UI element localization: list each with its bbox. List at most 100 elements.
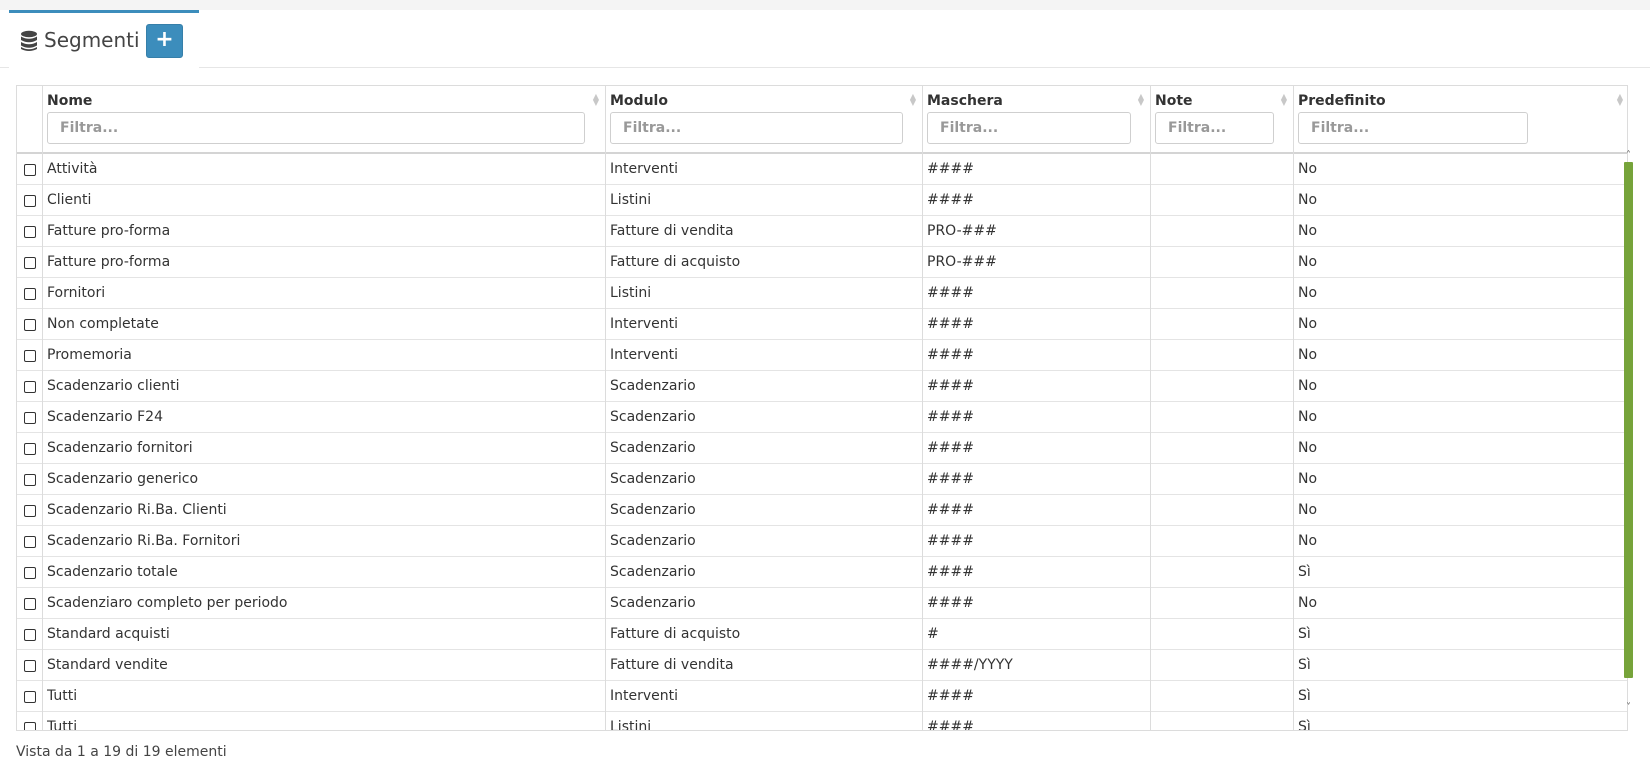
row-checkbox[interactable] <box>24 722 36 730</box>
row-checkbox[interactable] <box>24 629 36 641</box>
row-checkbox[interactable] <box>24 257 36 269</box>
cell-nome: Scadenziaro completo per periodo <box>47 595 288 611</box>
table-row[interactable]: Clienti Listini #### No <box>17 185 1627 216</box>
scroll-thumb[interactable] <box>1624 162 1633 678</box>
filter-input-modulo[interactable] <box>610 112 903 144</box>
table-row[interactable]: Tutti Listini #### Sì <box>17 712 1627 731</box>
cell-modulo: Listini <box>610 285 652 301</box>
filter-input-predefinito[interactable] <box>1298 112 1528 144</box>
table-row[interactable]: Non completate Interventi #### No <box>17 309 1627 340</box>
cell-modulo: Interventi <box>610 161 679 177</box>
cell-maschera: #### <box>927 440 974 456</box>
table-row[interactable]: Scadenzario totale Scadenzario #### Sì <box>17 557 1627 588</box>
table-row[interactable]: Attività Interventi #### No <box>17 154 1627 185</box>
table-row[interactable]: Scadenzario fornitori Scadenzario #### No <box>17 433 1627 464</box>
cell-nome: Tutti <box>47 719 78 731</box>
row-checkbox[interactable] <box>24 598 36 610</box>
row-checkbox[interactable] <box>24 195 36 207</box>
column-header-nome[interactable]: Nome ▲ ▼ <box>42 86 605 152</box>
select-column-header <box>17 86 42 152</box>
table-body[interactable]: Attività Interventi #### No Clienti Listini ##… <box>17 154 1627 731</box>
cell-maschera: #### <box>927 378 974 394</box>
vertical-scrollbar[interactable]: ˄ ˅ <box>1622 150 1635 718</box>
sort-icon[interactable]: ▲ ▼ <box>1138 93 1144 107</box>
scroll-up-arrow-icon[interactable]: ˄ <box>1622 150 1635 162</box>
cell-modulo: Scadenzario <box>610 409 696 425</box>
cell-nome: Tutti <box>47 688 78 704</box>
add-segment-button[interactable]: + <box>146 24 183 58</box>
segments-table: Nome▲▼Modulo▲▼Maschera▲▼Note▲▼Predefinit… <box>16 85 1628 731</box>
table-row[interactable]: Tutti Interventi #### Sì <box>17 681 1627 712</box>
row-checkbox[interactable] <box>24 474 36 486</box>
cell-note <box>1155 278 1288 308</box>
cell-modulo: Scadenzario <box>610 595 696 611</box>
tab-segmenti[interactable]: Segmenti + <box>9 10 199 68</box>
table-row[interactable]: Fornitori Listini #### No <box>17 278 1627 309</box>
row-checkbox[interactable] <box>24 412 36 424</box>
cell-modulo: Fatture di acquisto <box>610 254 741 270</box>
column-divider <box>605 86 606 730</box>
row-checkbox[interactable] <box>24 288 36 300</box>
sort-icon[interactable]: ▲ ▼ <box>593 93 599 107</box>
filter-input-nome[interactable] <box>47 112 585 144</box>
cell-predefinito: Sì <box>1298 657 1311 673</box>
row-checkbox[interactable] <box>24 660 36 672</box>
cell-maschera: #### <box>927 502 974 518</box>
table-row[interactable]: Scadenzario F24 Scadenzario #### No <box>17 402 1627 433</box>
cell-maschera: #### <box>927 285 974 301</box>
table-row[interactable]: Standard acquisti Fatture di acquisto # Sì <box>17 619 1627 650</box>
cell-note <box>1155 712 1288 730</box>
table-row[interactable]: Fatture pro-forma Fatture di acquisto PRO-… <box>17 247 1627 278</box>
column-header-modulo[interactable]: Modulo ▲ ▼ <box>605 86 922 152</box>
row-checkbox[interactable] <box>24 350 36 362</box>
cell-maschera: ####/YYYY <box>927 657 1013 673</box>
cell-modulo: Fatture di vendita <box>610 223 734 239</box>
row-checkbox[interactable] <box>24 536 36 548</box>
cell-maschera: #### <box>927 471 974 487</box>
sort-icon[interactable]: ▲ ▼ <box>1617 93 1623 107</box>
row-checkbox[interactable] <box>24 443 36 455</box>
sort-icon[interactable]: ▲ ▼ <box>910 93 916 107</box>
cell-predefinito: Sì <box>1298 564 1311 580</box>
cell-maschera: #### <box>927 719 974 731</box>
row-checkbox[interactable] <box>24 505 36 517</box>
cell-nome: Scadenzario Ri.Ba. Clienti <box>47 502 227 518</box>
cell-maschera: PRO-### <box>927 223 997 239</box>
filter-input-maschera[interactable] <box>927 112 1131 144</box>
cell-nome: Scadenzario clienti <box>47 378 180 394</box>
table-row[interactable]: Scadenzario generico Scadenzario #### No <box>17 464 1627 495</box>
table-row[interactable]: Scadenzario Ri.Ba. Clienti Scadenzario ###… <box>17 495 1627 526</box>
table-row[interactable]: Scadenzario clienti Scadenzario #### No <box>17 371 1627 402</box>
row-checkbox[interactable] <box>24 567 36 579</box>
cell-note <box>1155 681 1288 711</box>
column-header-note[interactable]: Note ▲ ▼ <box>1150 86 1293 152</box>
table-row[interactable]: Scadenzario Ri.Ba. Fornitori Scadenzario #… <box>17 526 1627 557</box>
cell-modulo: Scadenzario <box>610 533 696 549</box>
cell-note <box>1155 402 1288 432</box>
table-row[interactable]: Promemoria Interventi #### No <box>17 340 1627 371</box>
filter-input-note[interactable] <box>1155 112 1274 144</box>
table-row[interactable]: Scadenziaro completo per periodo Scadenza… <box>17 588 1627 619</box>
cell-maschera: #### <box>927 192 974 208</box>
cell-nome: Fornitori <box>47 285 106 301</box>
cell-note <box>1155 588 1288 618</box>
cell-predefinito: No <box>1298 471 1318 487</box>
column-divider <box>922 86 923 730</box>
row-checkbox[interactable] <box>24 226 36 238</box>
cell-predefinito: No <box>1298 533 1318 549</box>
row-checkbox[interactable] <box>24 164 36 176</box>
table-row[interactable]: Fatture pro-forma Fatture di vendita PRO-#… <box>17 216 1627 247</box>
column-divider <box>1293 86 1294 730</box>
cell-predefinito: No <box>1298 254 1318 270</box>
row-checkbox[interactable] <box>24 319 36 331</box>
column-header-predefinito[interactable]: Predefinito ▲ ▼ <box>1293 86 1627 152</box>
cell-modulo: Interventi <box>610 688 679 704</box>
row-checkbox[interactable] <box>24 691 36 703</box>
column-label-modulo: Modulo <box>610 93 668 109</box>
cell-nome: Promemoria <box>47 347 132 363</box>
table-row[interactable]: Standard vendite Fatture di vendita ####/Y… <box>17 650 1627 681</box>
row-checkbox[interactable] <box>24 381 36 393</box>
column-header-maschera[interactable]: Maschera ▲ ▼ <box>922 86 1150 152</box>
scroll-down-arrow-icon[interactable]: ˅ <box>1622 702 1635 714</box>
sort-icon[interactable]: ▲ ▼ <box>1281 93 1287 107</box>
